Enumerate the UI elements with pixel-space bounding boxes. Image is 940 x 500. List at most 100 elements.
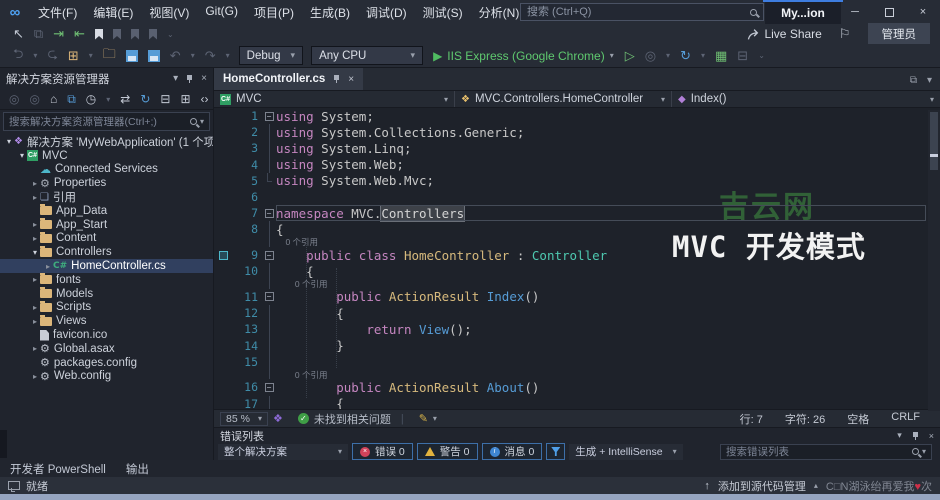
- tab-homecontroller[interactable]: HomeController.cs ×: [214, 68, 364, 90]
- tree-item-views[interactable]: ▸ Views: [0, 314, 213, 328]
- el-pin-icon[interactable]: [912, 431, 919, 440]
- refresh-caret-icon[interactable]: ▾: [701, 51, 705, 60]
- quick-search-input[interactable]: 搜索 (Ctrl+Q): [520, 3, 764, 21]
- expander-icon[interactable]: ▸: [30, 234, 40, 243]
- pending-caret-icon[interactable]: ▾: [106, 95, 110, 104]
- expander-icon[interactable]: ▸: [30, 220, 40, 229]
- prev-bookmark-icon[interactable]: [113, 28, 122, 40]
- refresh-icon[interactable]: ↻: [680, 48, 691, 64]
- attach-caret-icon[interactable]: ▾: [666, 51, 670, 60]
- expander-icon[interactable]: ▸: [30, 344, 40, 353]
- se-refresh-icon[interactable]: ↻: [140, 92, 150, 106]
- preview-icon[interactable]: ⊟: [737, 48, 748, 64]
- tab-output[interactable]: 输出: [126, 461, 149, 477]
- line-ending-indicator[interactable]: CRLF: [891, 411, 920, 427]
- fold-margin[interactable]: −: [262, 205, 276, 221]
- errors-filter-button[interactable]: × 错误 0: [352, 443, 413, 460]
- menu-item[interactable]: 文件(F): [30, 4, 85, 21]
- restore-button[interactable]: [872, 0, 906, 24]
- spaces-indicator[interactable]: 空格: [847, 411, 869, 427]
- navigate-forward-icon[interactable]: ⇥: [53, 26, 64, 42]
- redo-caret-icon[interactable]: ▾: [226, 51, 230, 60]
- debug-config-dropdown[interactable]: Debug ▾: [238, 46, 304, 65]
- line-indicator[interactable]: 行: 7: [740, 411, 763, 427]
- live-preview-icon[interactable]: ❖: [273, 412, 283, 425]
- tree-item-mvc[interactable]: ▾ C# MVC: [0, 149, 213, 163]
- tree-item-packages-config[interactable]: ⚙ packages.config: [0, 356, 213, 370]
- back-caret-icon[interactable]: ▾: [33, 51, 37, 60]
- fold-margin[interactable]: −: [262, 108, 276, 124]
- code-cleanup-icon[interactable]: ✎: [419, 412, 428, 425]
- menu-item[interactable]: Git(G): [197, 4, 246, 21]
- pin-icon[interactable]: [186, 74, 193, 83]
- bookmark-icon[interactable]: [95, 28, 104, 40]
- cleanup-caret-icon[interactable]: ▾: [433, 414, 437, 423]
- se-forward-icon[interactable]: ◎: [29, 92, 39, 106]
- code-editor[interactable]: 吉云网 MVC 开发模式 1− using System; 2 using Syste…: [214, 108, 940, 409]
- menu-item[interactable]: 生成(B): [302, 4, 358, 21]
- filter-button[interactable]: [546, 443, 566, 460]
- fold-margin[interactable]: −: [262, 379, 276, 395]
- forward-icon[interactable]: ⮎: [47, 45, 57, 67]
- member-dropdown[interactable]: ◆ Index() ▾: [672, 91, 940, 107]
- admin-badge[interactable]: 管理员: [867, 23, 930, 45]
- messages-filter-button[interactable]: i 消息 0: [481, 443, 543, 460]
- tree-item-scripts[interactable]: ▸ Scripts: [0, 300, 213, 315]
- pointer-select-icon[interactable]: ↖: [13, 26, 24, 42]
- tab-developer-powershell[interactable]: 开发者 PowerShell: [10, 461, 106, 477]
- publish-arrow-icon[interactable]: ↑: [704, 480, 710, 492]
- scm-caret-icon[interactable]: ▴: [814, 481, 818, 490]
- error-list-search-input[interactable]: 搜索错误列表 ▾: [720, 443, 932, 460]
- tree-item--[interactable]: ▸ ❏ 引用: [0, 190, 213, 204]
- close-button[interactable]: ×: [906, 0, 940, 24]
- glyph-margin[interactable]: [214, 250, 232, 260]
- tree-item-app-start[interactable]: ▸ App_Start: [0, 218, 213, 232]
- tree-item-global-asax[interactable]: ▸ ⚙ Global.asax: [0, 342, 213, 356]
- expander-icon[interactable]: ▸: [30, 317, 40, 326]
- scrollbar-thumb[interactable]: [930, 112, 938, 170]
- fold-margin[interactable]: −: [262, 289, 276, 305]
- properties-icon[interactable]: ⊞: [180, 92, 190, 106]
- open-folder-icon[interactable]: 🗀︎: [103, 45, 116, 67]
- undo-caret-icon[interactable]: ▾: [191, 51, 195, 60]
- build-intellisense-dropdown[interactable]: 生成 + IntelliSense ▾: [569, 443, 683, 460]
- tree-item-app-data[interactable]: App_Data: [0, 204, 213, 218]
- toolbar-overflow-icon[interactable]: ⌄: [167, 30, 174, 39]
- se-back-icon[interactable]: ◎: [9, 92, 19, 106]
- scope-dropdown[interactable]: 整个解决方案 ▾: [218, 443, 348, 460]
- expander-icon[interactable]: ▸: [30, 372, 40, 381]
- tree-item-homecontroller-cs[interactable]: ▸ C# HomeController.cs: [0, 259, 213, 273]
- panel-menu-icon[interactable]: ▾: [173, 73, 178, 84]
- view-code-icon[interactable]: ‹›: [201, 92, 209, 106]
- new-project-icon[interactable]: ⊞: [68, 48, 79, 64]
- home-icon[interactable]: ⌂: [50, 92, 57, 106]
- sync-active-doc-icon[interactable]: ⧉: [67, 92, 76, 107]
- tree-item-favicon-ico[interactable]: favicon.ico: [0, 328, 213, 342]
- char-indicator[interactable]: 字符: 26: [785, 411, 825, 427]
- codelens-row[interactable]: 0 个引用: [214, 279, 940, 289]
- editor-scrollbar[interactable]: [928, 110, 940, 411]
- split-editor-icon[interactable]: ⧉: [910, 75, 917, 86]
- feedback-flag-icon[interactable]: ⚐: [839, 26, 851, 42]
- close-tab-icon[interactable]: ×: [348, 74, 354, 85]
- menu-item[interactable]: 测试(S): [415, 4, 471, 21]
- start-debug-button[interactable]: ▶ IIS Express (Google Chrome) ▾: [433, 49, 614, 63]
- expander-icon[interactable]: ▾: [30, 248, 40, 257]
- new-caret-icon[interactable]: ▾: [89, 51, 93, 60]
- platform-dropdown[interactable]: Any CPU ▾: [311, 46, 424, 65]
- type-dropdown[interactable]: ❖ MVC.Controllers.HomeController ▾: [455, 91, 672, 107]
- codelens-row[interactable]: 0 个引用: [214, 370, 940, 380]
- clear-bookmarks-icon[interactable]: [149, 28, 158, 40]
- save-icon[interactable]: [125, 49, 138, 62]
- tree-item-models[interactable]: Models: [0, 287, 213, 301]
- expander-icon[interactable]: ▾: [4, 137, 14, 146]
- feedback-icon[interactable]: [8, 481, 20, 492]
- warnings-filter-button[interactable]: 警告 0: [416, 443, 478, 460]
- collapse-all-icon[interactable]: ⊟: [160, 92, 170, 106]
- expander-icon[interactable]: ▸: [30, 193, 40, 202]
- start-without-debug-icon[interactable]: ▷: [625, 48, 635, 64]
- back-icon[interactable]: ⮌: [13, 45, 23, 67]
- expander-icon[interactable]: ▾: [17, 151, 27, 160]
- tree-item--mywebapplication-1-[interactable]: ▾❖解决方案 'MyWebApplication' (1 个项目, 共: [0, 135, 213, 148]
- menu-item[interactable]: 编辑(E): [85, 4, 141, 21]
